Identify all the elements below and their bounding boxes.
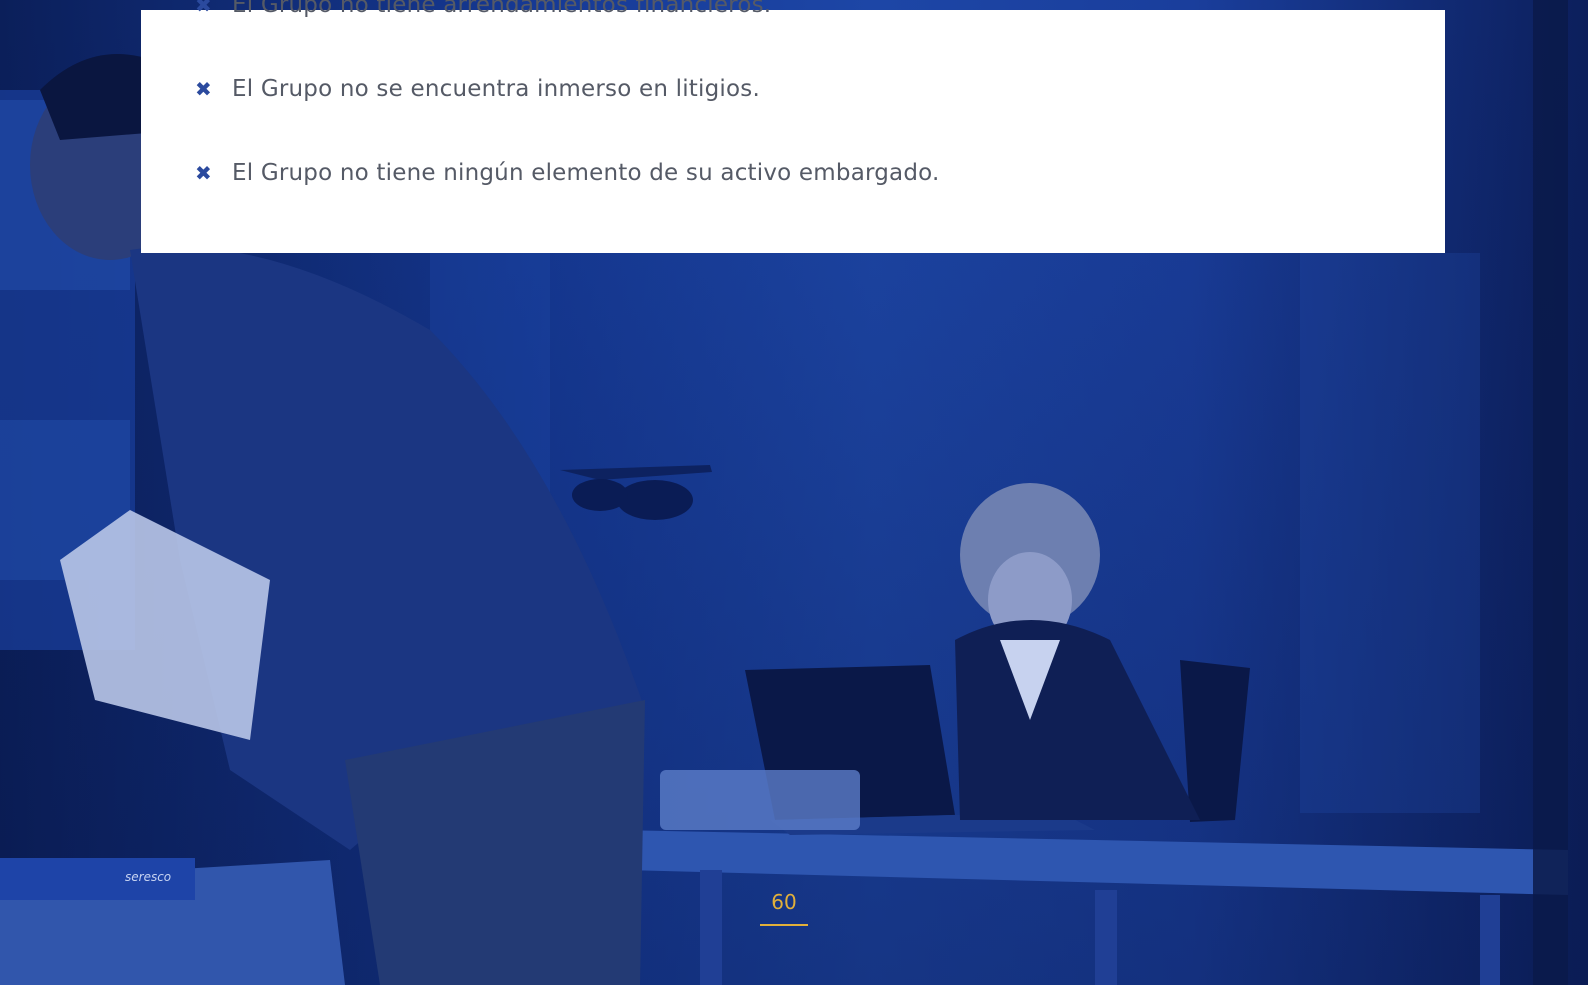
cross-bullet-icon: ✖	[195, 161, 212, 185]
document-page: seresco ✖ El Grupo no tiene arrendamient…	[0, 0, 1588, 985]
list-item: ✖ El Grupo no tiene arrendamientos finan…	[195, 0, 771, 18]
list-item-text: El Grupo no tiene ningún elemento de su …	[232, 160, 940, 186]
list-item: ✖ El Grupo no tiene ningún elemento de s…	[195, 160, 940, 186]
content-card	[141, 10, 1445, 253]
window-frame	[1533, 0, 1568, 985]
list-item-text: El Grupo no tiene arrendamientos financi…	[232, 0, 772, 18]
list-item-text: El Grupo no se encuentra inmerso en liti…	[232, 76, 760, 102]
list-item: ✖ El Grupo no se encuentra inmerso en li…	[195, 76, 760, 102]
cross-bullet-icon: ✖	[195, 77, 212, 101]
page-number-underline	[760, 924, 808, 926]
cross-bullet-icon: ✖	[195, 0, 212, 17]
page-number: 60	[771, 890, 797, 914]
photo-logo: seresco	[125, 870, 171, 884]
